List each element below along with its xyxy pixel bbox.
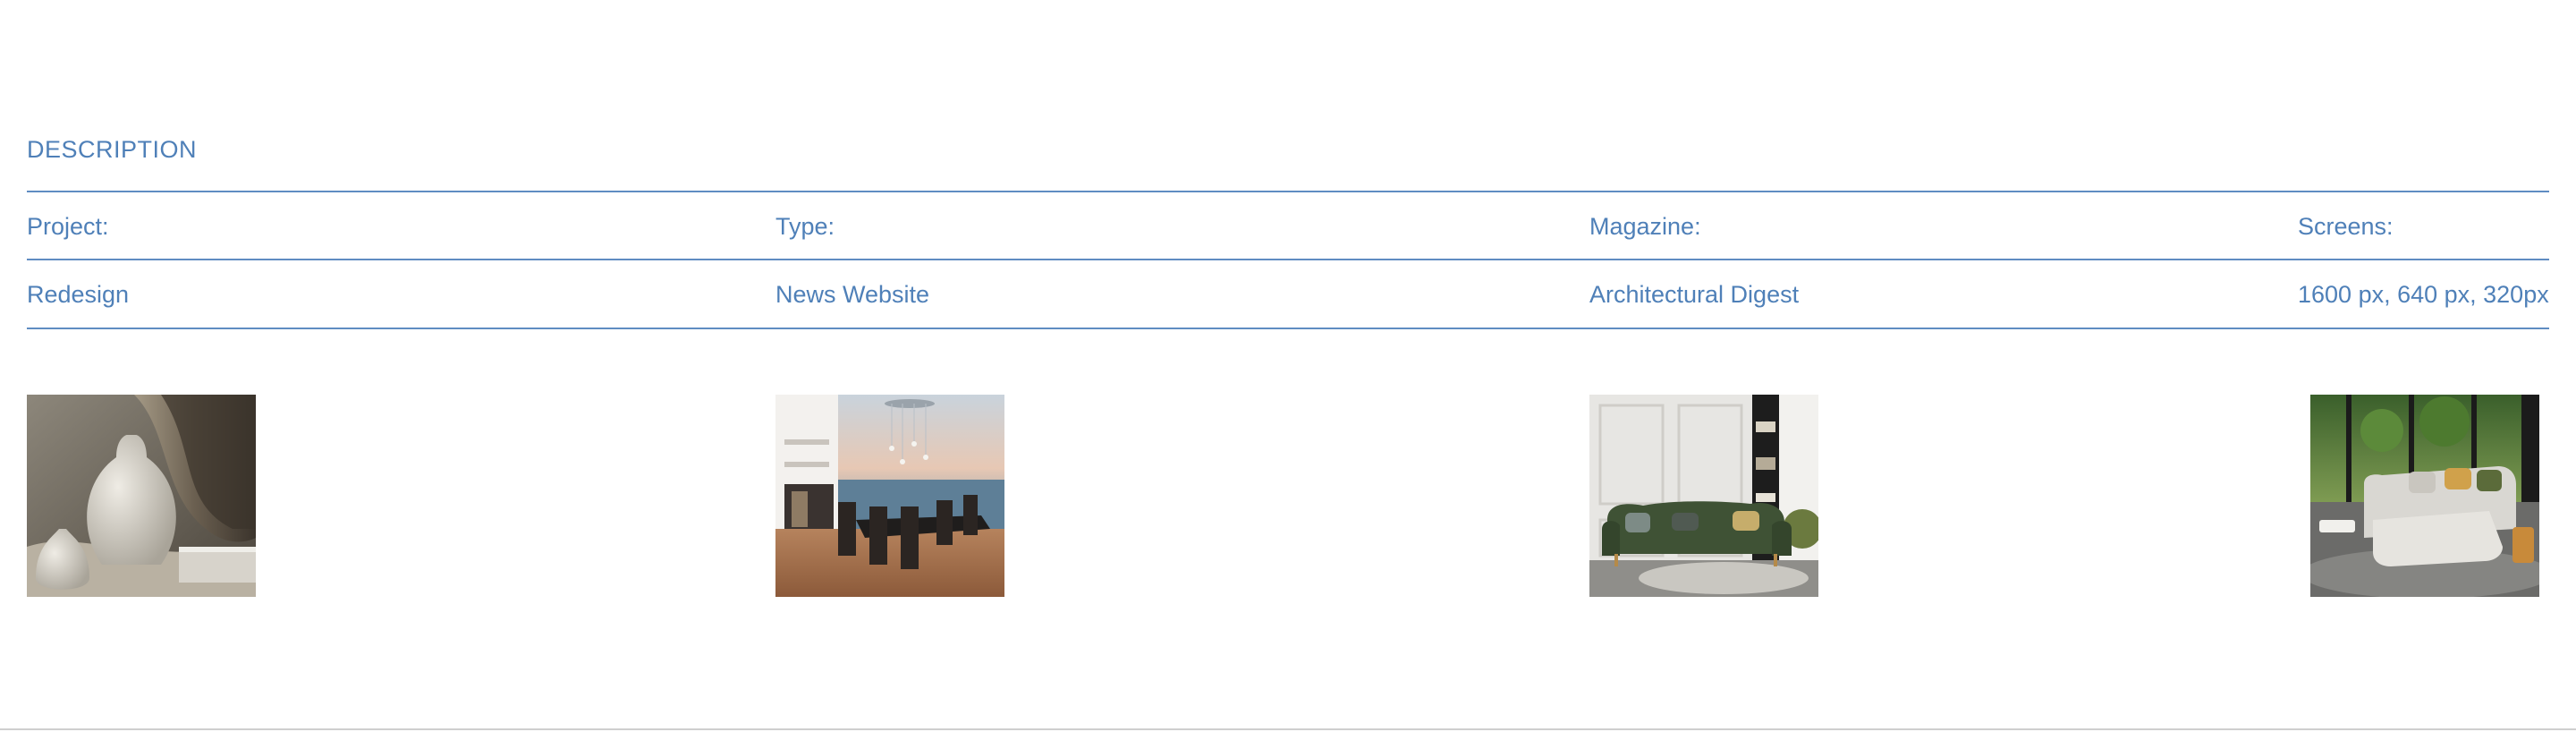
header-type: Type: xyxy=(775,213,835,240)
white-sectional-sofa-image[interactable] xyxy=(2310,395,2539,597)
value-screens: 1600 px, 640 px, 320px xyxy=(2298,281,2549,308)
table-middle-rule xyxy=(27,259,2549,260)
header-screens: Screens: xyxy=(2298,213,2394,240)
value-type: News Website xyxy=(775,281,930,308)
table-top-rule xyxy=(27,191,2549,192)
header-project: Project: xyxy=(27,213,109,240)
table-bottom-rule xyxy=(27,328,2549,329)
green-sofa-panel-wall-image[interactable] xyxy=(1589,395,1818,597)
header-magazine: Magazine: xyxy=(1589,213,1701,240)
dining-room-sea-view-image[interactable] xyxy=(775,395,1004,597)
vases-image[interactable] xyxy=(27,395,256,597)
bottom-rule xyxy=(0,728,2576,730)
value-project: Redesign xyxy=(27,281,130,308)
description-title: DESCRIPTION xyxy=(27,136,198,163)
value-magazine: Architectural Digest xyxy=(1589,281,1800,308)
